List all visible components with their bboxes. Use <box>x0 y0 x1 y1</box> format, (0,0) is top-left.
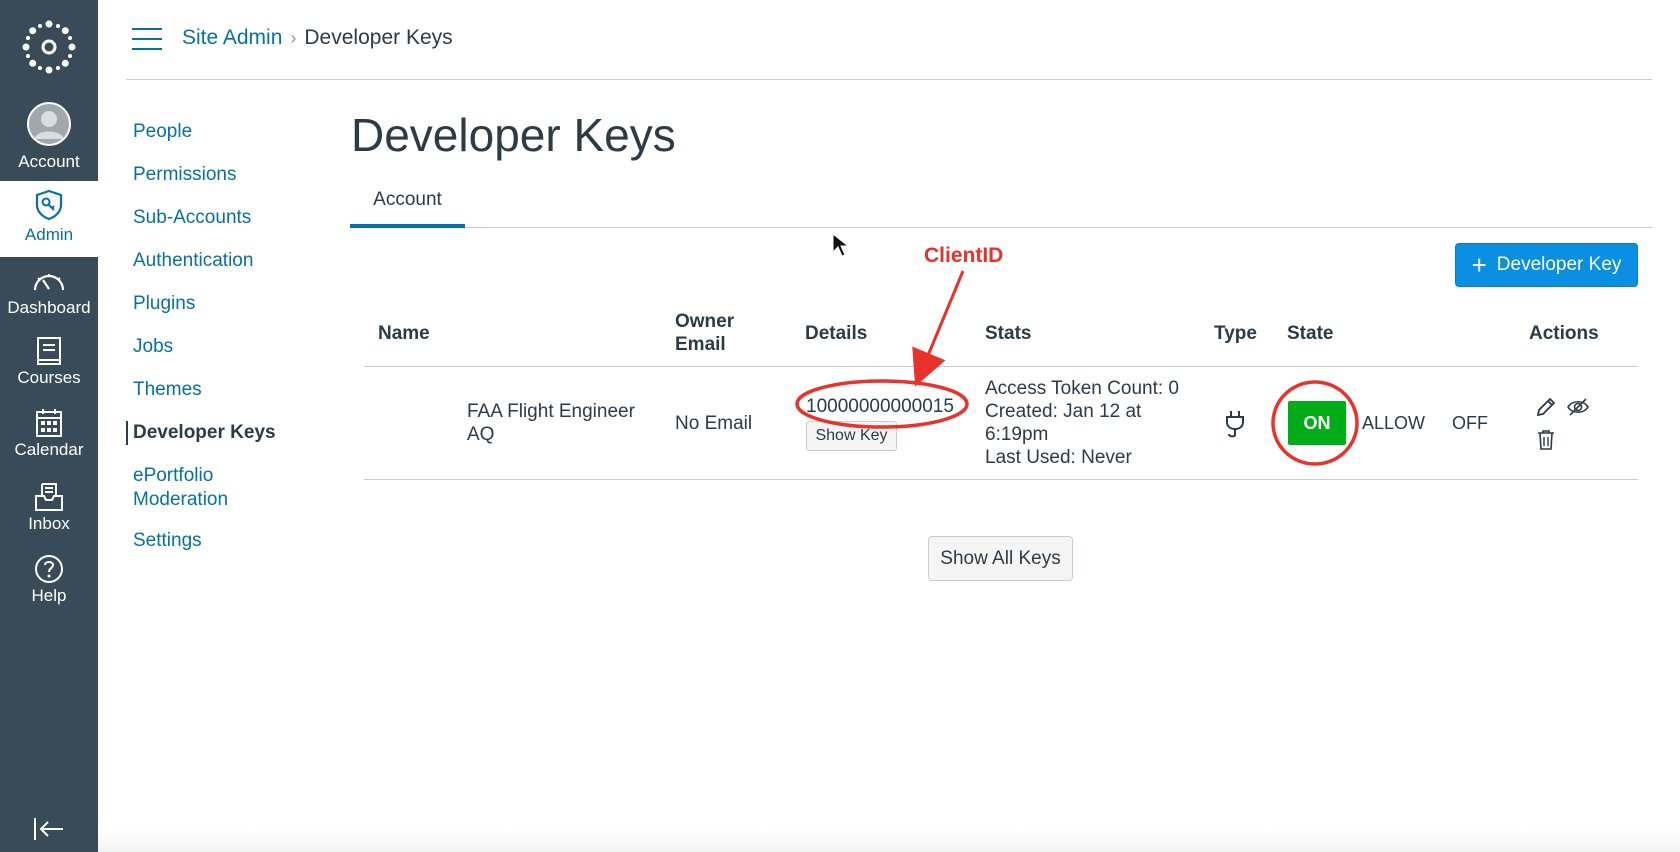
stats-token-count: Access Token Count: 0 <box>985 378 1179 399</box>
client-id: 10000000000015 <box>806 396 954 417</box>
shield-key-icon <box>35 189 63 221</box>
add-developer-key-button[interactable]: + Developer Key <box>1455 243 1638 287</box>
nav-inbox-label: Inbox <box>28 514 70 533</box>
sidebar-item-developer-keys[interactable]: Developer Keys <box>126 421 276 445</box>
column-header-owner-email: Owner Email <box>675 310 734 356</box>
edit-pencil-icon[interactable] <box>1535 396 1557 418</box>
nav-account-label: Account <box>18 152 80 171</box>
column-header-details: Details <box>805 323 868 344</box>
key-name-line-1: FAA Flight Engineer <box>467 401 635 422</box>
nav-admin[interactable]: Admin <box>0 181 98 257</box>
page-title: Developer Keys <box>351 109 676 161</box>
header-divider <box>126 79 1652 80</box>
stats-created-time: 6:19pm <box>985 424 1049 445</box>
tab-account[interactable]: Account <box>350 186 465 228</box>
key-stats: Access Token Count: 0 Created: Jan 12 at… <box>985 377 1179 469</box>
visibility-off-icon[interactable] <box>1566 397 1590 417</box>
column-header-type: Type <box>1214 323 1257 344</box>
table-row-divider <box>364 479 1638 480</box>
nav-calendar[interactable]: Calendar <box>0 408 98 460</box>
window-bottom-edge <box>98 830 1680 852</box>
nav-help-label: Help <box>31 586 67 605</box>
nav-courses[interactable]: Courses <box>0 336 98 388</box>
canvas-logo-icon[interactable] <box>22 20 76 74</box>
sidebar-item-authentication[interactable]: Authentication <box>126 249 253 273</box>
help-question-icon <box>35 555 63 583</box>
breadcrumb: Site Admin › Developer Keys <box>182 26 453 50</box>
hamburger-menu-icon[interactable] <box>132 28 162 50</box>
sidebar-item-plugins[interactable]: Plugins <box>126 292 195 316</box>
breadcrumb-chevron-icon: › <box>290 28 297 48</box>
sidebar-item-settings[interactable]: Settings <box>126 529 202 553</box>
plus-icon: + <box>1471 250 1487 280</box>
inbox-icon <box>35 483 63 511</box>
sidebar-item-sub-accounts[interactable]: Sub-Accounts <box>126 206 251 230</box>
lti-plug-icon <box>1226 411 1244 438</box>
nav-courses-label: Courses <box>17 368 81 387</box>
column-header-actions: Actions <box>1529 323 1599 344</box>
tabs-divider <box>350 227 1652 228</box>
courses-book-icon <box>37 337 61 365</box>
state-allow-option[interactable]: ALLOW <box>1362 413 1425 434</box>
sidebar-item-themes[interactable]: Themes <box>126 378 202 402</box>
owner-email: No Email <box>675 413 753 434</box>
nav-admin-label: Admin <box>24 225 74 244</box>
key-name: FAA Flight Engineer AQ <box>467 400 635 446</box>
calendar-icon <box>36 409 62 437</box>
stats-last-used: Last Used: Never <box>985 447 1132 468</box>
dashboard-gauge-icon <box>33 274 65 291</box>
nav-dashboard-label: Dashboard <box>7 298 91 317</box>
mouse-cursor-icon <box>832 232 850 257</box>
state-on-toggle[interactable]: ON <box>1288 401 1346 445</box>
nav-help[interactable]: Help <box>0 554 98 606</box>
sidebar-item-eportfolio-moderation[interactable]: ePortfolio Moderation <box>126 464 246 512</box>
show-key-button[interactable]: Show Key <box>806 421 897 451</box>
stats-created: Created: Jan 12 at <box>985 401 1142 422</box>
column-header-state: State <box>1287 323 1334 344</box>
nav-account[interactable]: Account <box>0 102 98 172</box>
nav-calendar-label: Calendar <box>14 440 84 459</box>
global-nav: Account Admin Dashboard Courses Calendar… <box>0 0 98 852</box>
nav-inbox[interactable]: Inbox <box>0 482 98 534</box>
column-header-email-line: Email <box>675 334 726 355</box>
column-header-name: Name <box>378 323 430 344</box>
collapse-nav-icon[interactable] <box>32 816 66 842</box>
sidebar-item-jobs[interactable]: Jobs <box>126 335 173 359</box>
annotation-clientid-label: ClientID <box>924 244 1004 267</box>
key-name-line-2: AQ <box>467 424 495 445</box>
nav-dashboard[interactable]: Dashboard <box>0 268 98 318</box>
add-developer-key-label: Developer Key <box>1496 254 1622 275</box>
avatar-icon <box>27 102 71 146</box>
delete-trash-icon[interactable] <box>1536 429 1556 451</box>
breadcrumb-current: Developer Keys <box>304 26 453 49</box>
sidebar-item-people[interactable]: People <box>126 120 192 144</box>
annotation-arrow <box>912 270 965 387</box>
sidebar-item-permissions[interactable]: Permissions <box>126 163 236 187</box>
state-off-option[interactable]: OFF <box>1452 413 1488 434</box>
breadcrumb-site-admin[interactable]: Site Admin <box>182 26 282 49</box>
column-header-stats: Stats <box>985 323 1032 344</box>
table-header-divider <box>364 366 1638 367</box>
column-header-owner-line: Owner <box>675 311 735 332</box>
show-all-keys-button[interactable]: Show All Keys <box>928 536 1073 581</box>
